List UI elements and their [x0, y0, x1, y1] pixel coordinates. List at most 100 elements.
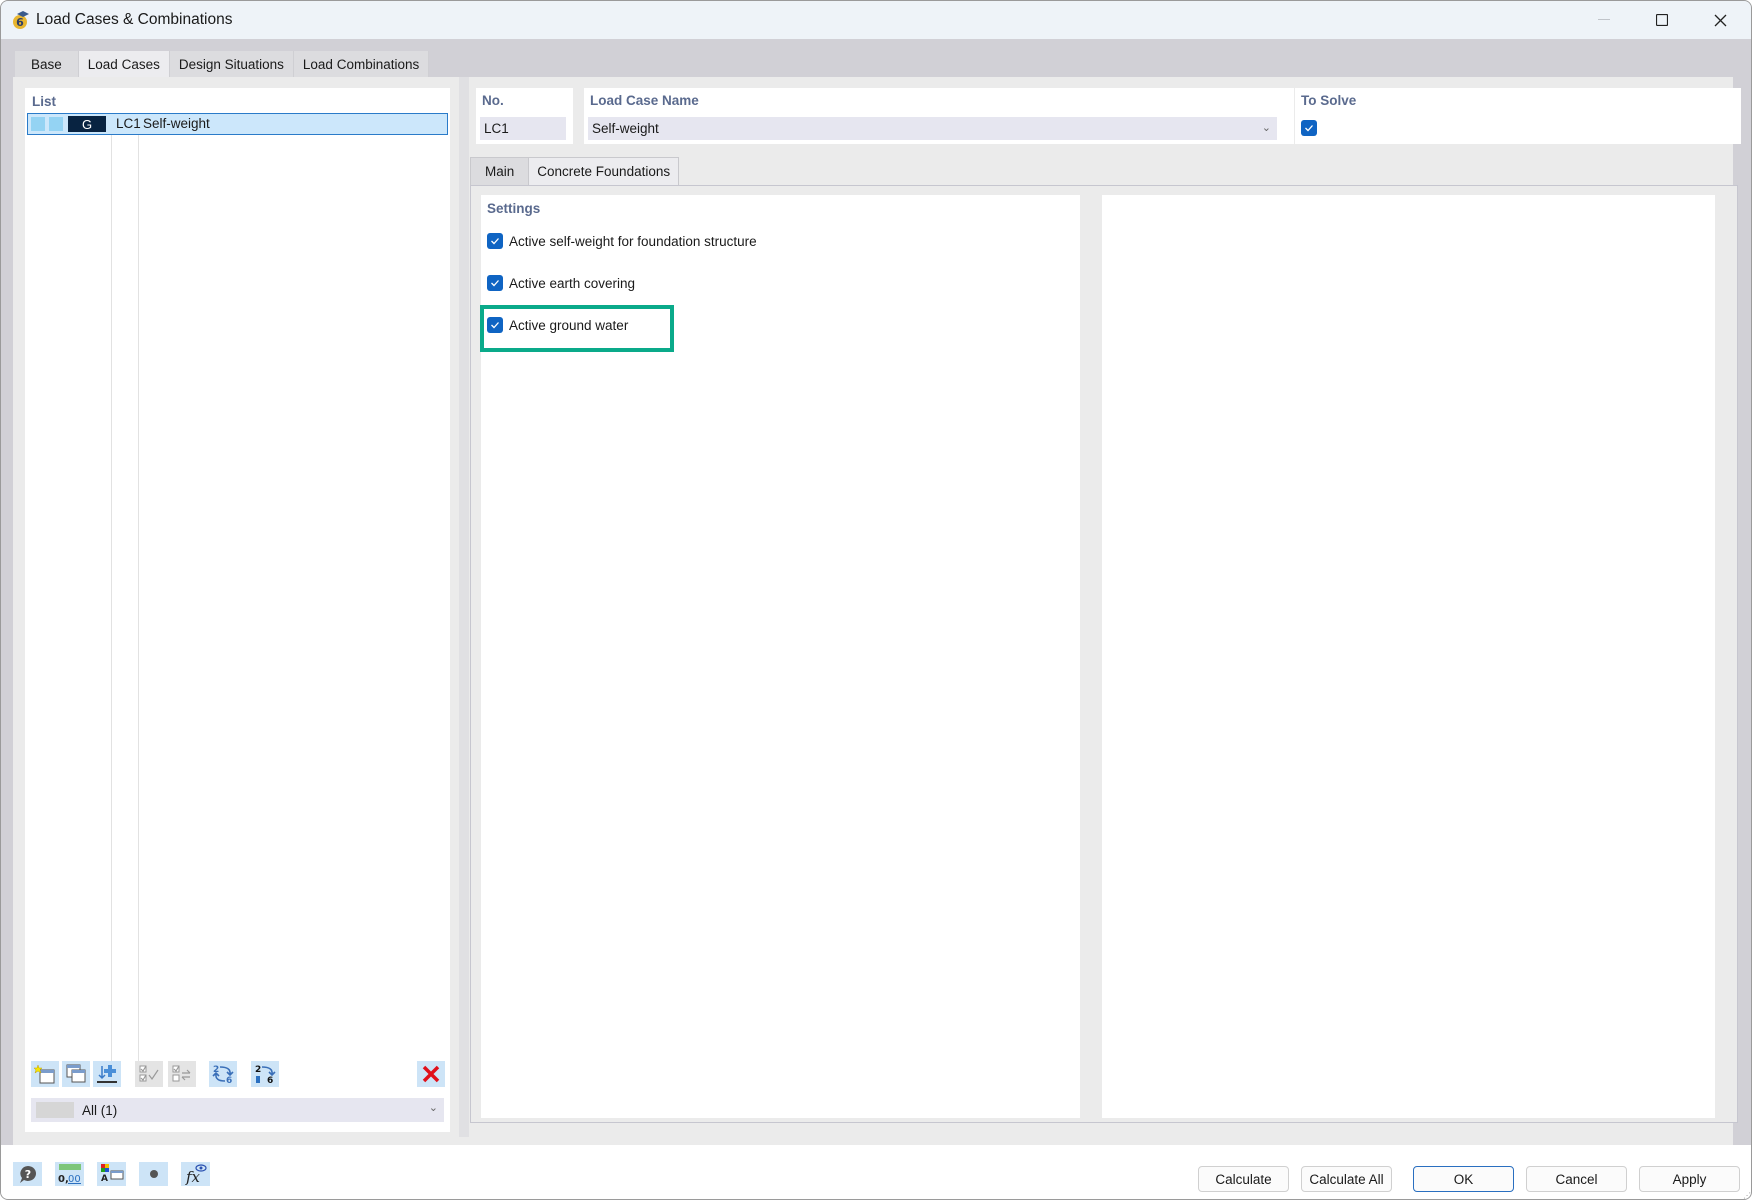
- number-field-group: No. LC1: [476, 88, 573, 144]
- ground-water-checkbox[interactable]: [487, 317, 503, 333]
- load-case-tabs: Main Concrete Foundations: [470, 157, 680, 185]
- checkmark-icon: [491, 322, 499, 329]
- svg-text:2: 2: [255, 1065, 261, 1075]
- dot-icon: [149, 1170, 158, 1178]
- list-toolbar: 2 6 2 6: [31, 1061, 445, 1089]
- to-solve-checkbox[interactable]: [1301, 120, 1317, 136]
- load-case-list-panel: List G LC1 Self-weight 2 6 2 6 All (1) ⌄: [25, 88, 450, 1132]
- tab-concrete-foundations[interactable]: Concrete Foundations: [529, 157, 680, 185]
- minimize-button[interactable]: [1575, 1, 1633, 39]
- check-all-icon: [139, 1065, 159, 1082]
- maximize-icon: [1656, 14, 1668, 26]
- checkmark-icon: [491, 238, 499, 245]
- delete-icon: [422, 1065, 440, 1083]
- apply-button[interactable]: Apply: [1639, 1166, 1740, 1192]
- tab-load-cases[interactable]: Load Cases: [78, 51, 170, 78]
- ground-water-option[interactable]: Active ground water: [480, 305, 674, 352]
- svg-text:6: 6: [226, 1076, 232, 1085]
- color-swatch: [49, 117, 63, 131]
- copy-item-button[interactable]: [62, 1061, 90, 1087]
- delete-button[interactable]: [417, 1061, 445, 1087]
- toggle-check-icon: [172, 1065, 191, 1082]
- load-case-name-label: Load Case Name: [590, 93, 699, 108]
- calculate-all-button[interactable]: Calculate All: [1301, 1166, 1392, 1192]
- tab-design-situations[interactable]: Design Situations: [169, 51, 294, 77]
- preview-panel: [1102, 195, 1715, 1118]
- filter-swatch: [36, 1102, 74, 1118]
- list-item[interactable]: G LC1 Self-weight: [27, 113, 448, 135]
- resize-grip-icon[interactable]: ⋰: [1743, 1191, 1751, 1199]
- number-label: No.: [482, 93, 504, 108]
- self-weight-label: Active self-weight for foundation struct…: [509, 233, 757, 249]
- to-solve-group: To Solve: [1295, 88, 1741, 144]
- chevron-down-icon: ⌄: [1261, 122, 1271, 134]
- dialog-window: 6 Load Cases & Combinations Base Load Ca…: [0, 0, 1752, 1200]
- maximize-button[interactable]: [1633, 1, 1691, 39]
- settings-label: Settings: [487, 201, 541, 216]
- svg-text:A: A: [101, 1174, 108, 1184]
- renumber-icon: 2 6: [212, 1065, 234, 1085]
- new-item-button[interactable]: [31, 1061, 59, 1087]
- app-logo-icon: 6: [13, 11, 29, 29]
- concrete-foundations-content: Settings Active self-weight for foundati…: [470, 185, 1738, 1123]
- close-button[interactable]: [1691, 1, 1749, 39]
- renumber-sequential-button[interactable]: 2 6: [251, 1061, 279, 1087]
- display-settings-button[interactable]: A: [97, 1162, 126, 1186]
- formula-icon: fx: [185, 1164, 207, 1185]
- help-button[interactable]: ?: [13, 1162, 42, 1186]
- list-filter-select[interactable]: All (1) ⌄: [31, 1098, 444, 1122]
- load-case-number: LC1: [116, 116, 141, 131]
- load-case-name-group: Load Case Name Self-weight ⌄: [584, 88, 1294, 144]
- svg-text:?: ?: [24, 1168, 30, 1181]
- checkmark-icon: [491, 280, 499, 287]
- column-divider: [111, 113, 112, 1083]
- title-bar: 6 Load Cases & Combinations: [1, 1, 1751, 39]
- self-weight-checkbox[interactable]: [487, 233, 503, 249]
- dot-button[interactable]: [139, 1162, 168, 1186]
- self-weight-option[interactable]: Active self-weight for foundation struct…: [487, 233, 757, 249]
- ok-button[interactable]: OK: [1413, 1166, 1514, 1192]
- checkmark-icon: [1305, 125, 1313, 132]
- units-icon: 0, 00: [58, 1164, 81, 1185]
- chevron-down-icon: ⌄: [428, 1102, 438, 1114]
- tab-base[interactable]: Base: [15, 51, 79, 77]
- svg-text:6: 6: [267, 1076, 273, 1085]
- load-case-name-select[interactable]: Self-weight ⌄: [588, 117, 1277, 140]
- import-item-button[interactable]: [93, 1061, 121, 1087]
- new-item-icon: [33, 1064, 55, 1084]
- load-case-name-value: Self-weight: [592, 121, 659, 136]
- list-label: List: [32, 94, 57, 109]
- formula-button[interactable]: fx: [181, 1162, 210, 1186]
- settings-panel: Settings Active self-weight for foundati…: [480, 195, 1080, 1118]
- tab-load-combinations[interactable]: Load Combinations: [293, 51, 430, 77]
- minimize-icon: [1598, 19, 1610, 20]
- ground-water-label: Active ground water: [509, 317, 629, 333]
- calculate-button[interactable]: Calculate: [1198, 1166, 1289, 1192]
- renumber-button[interactable]: 2 6: [209, 1061, 237, 1087]
- load-case-name: Self-weight: [143, 116, 210, 131]
- svg-text:6: 6: [16, 16, 24, 29]
- renumber-sequential-icon: 2 6: [255, 1065, 276, 1085]
- panel-splitter[interactable]: [459, 77, 469, 1137]
- units-button[interactable]: 0, 00: [55, 1162, 84, 1186]
- toggle-check-button[interactable]: [168, 1061, 196, 1087]
- earth-covering-checkbox[interactable]: [487, 275, 503, 291]
- earth-covering-label: Active earth covering: [509, 275, 636, 291]
- display-settings-icon: A: [100, 1164, 123, 1184]
- earth-covering-option[interactable]: Active earth covering: [487, 275, 635, 291]
- to-solve-label: To Solve: [1301, 93, 1357, 108]
- cancel-button[interactable]: Cancel: [1526, 1166, 1627, 1192]
- import-item-icon: [97, 1065, 117, 1083]
- tab-main[interactable]: Main: [470, 157, 530, 185]
- help-icon: ?: [19, 1166, 36, 1183]
- close-icon: [1714, 14, 1726, 26]
- main-tabs: Base Load Cases Design Situations Load C…: [15, 51, 430, 78]
- filter-value: All (1): [82, 1102, 118, 1118]
- check-all-button[interactable]: [135, 1061, 163, 1087]
- number-field[interactable]: LC1: [480, 117, 566, 140]
- window-title: Load Cases & Combinations: [36, 11, 233, 28]
- bottom-bar: ? 0, 00 A fx Calculate Calculate All OK …: [1, 1145, 1751, 1199]
- copy-item-icon: [66, 1064, 86, 1083]
- column-divider: [138, 113, 139, 1083]
- content-area: List G LC1 Self-weight 2 6 2 6 All (1) ⌄…: [13, 77, 1741, 1145]
